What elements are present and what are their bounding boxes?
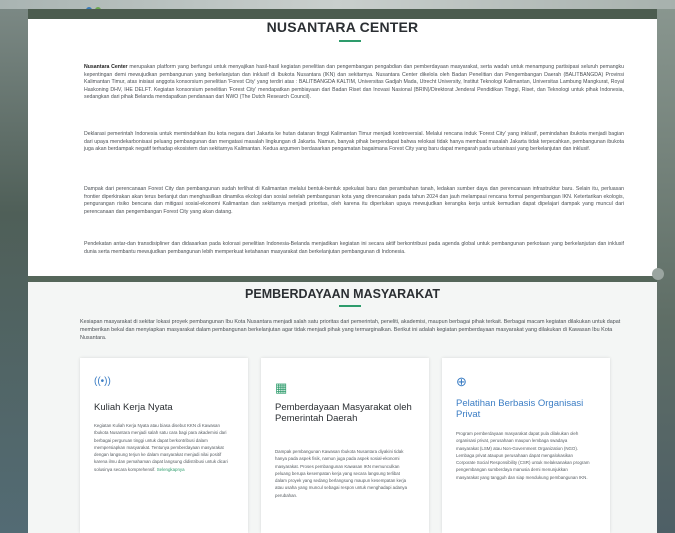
- bar-chart-icon: ▦: [275, 380, 288, 395]
- card-organisasi-privat[interactable]: ⊕ Pelatihan Berbasis Organisasi Privat P…: [442, 358, 610, 533]
- paragraph-approach: Pendekatan antar-dan transdisipliner dan…: [84, 241, 624, 255]
- paragraph-declaration: Deklarasi pemerintah Indonesia untuk mem…: [84, 131, 624, 153]
- section-divider: [28, 276, 657, 282]
- card-kkn[interactable]: ((•)) Kuliah Kerja Nyata Kegiatan Kuliah…: [80, 358, 248, 533]
- pemberdayaan-intro: Kesiapan masyarakat di sekitar lokasi pr…: [80, 319, 621, 341]
- section-title-nusantara: NUSANTARA CENTER: [266, 19, 419, 35]
- card-body: Kegiatan Kuliah Kerja Nyata atau biasa d…: [94, 422, 229, 473]
- scroll-to-top-button[interactable]: [652, 268, 664, 280]
- read-more-link[interactable]: Selengkapnya: [157, 467, 185, 472]
- card-body: Dampak pembangunan Kawasan Ibukota Nusan…: [275, 449, 408, 498]
- paragraph-impact: Dampak dari perencanaan Forest City dan …: [84, 186, 624, 215]
- top-navbar: [0, 0, 675, 13]
- nusantara-center-section: [28, 9, 657, 300]
- section-title-pemberdayaan: PEMBERDAYAAN MASYARAKAT: [245, 287, 440, 301]
- globe-icon: ⊕: [456, 374, 467, 389]
- paragraph-intro: Nusantara Center merupakan platform yang…: [84, 64, 624, 102]
- card-body: Program pemberdayaan masyarakat dapat pu…: [456, 431, 590, 480]
- logo[interactable]: [86, 0, 116, 13]
- broadcast-icon: ((•)): [94, 376, 111, 387]
- card-title[interactable]: Pelatihan Berbasis Organisasi Privat: [456, 398, 596, 420]
- background-right: [657, 0, 675, 533]
- card-text: Kegiatan Kuliah Kerja Nyata atau biasa d…: [94, 423, 228, 472]
- card-pemerintah-daerah[interactable]: ▦ Pemberdayaan Masyarakat oleh Pemerinta…: [261, 358, 429, 533]
- title-underline: [339, 40, 361, 42]
- background-left: [0, 0, 28, 533]
- card-title[interactable]: Pemberdayaan Masyarakat oleh Pemerintah …: [275, 402, 415, 424]
- paragraph-text: merupakan platform yang berfungsi untuk …: [84, 64, 624, 101]
- section-top-band: [28, 9, 657, 19]
- title-underline: [339, 305, 361, 307]
- card-title[interactable]: Kuliah Kerja Nyata: [94, 402, 234, 413]
- brand-name: Nusantara Center: [84, 64, 128, 70]
